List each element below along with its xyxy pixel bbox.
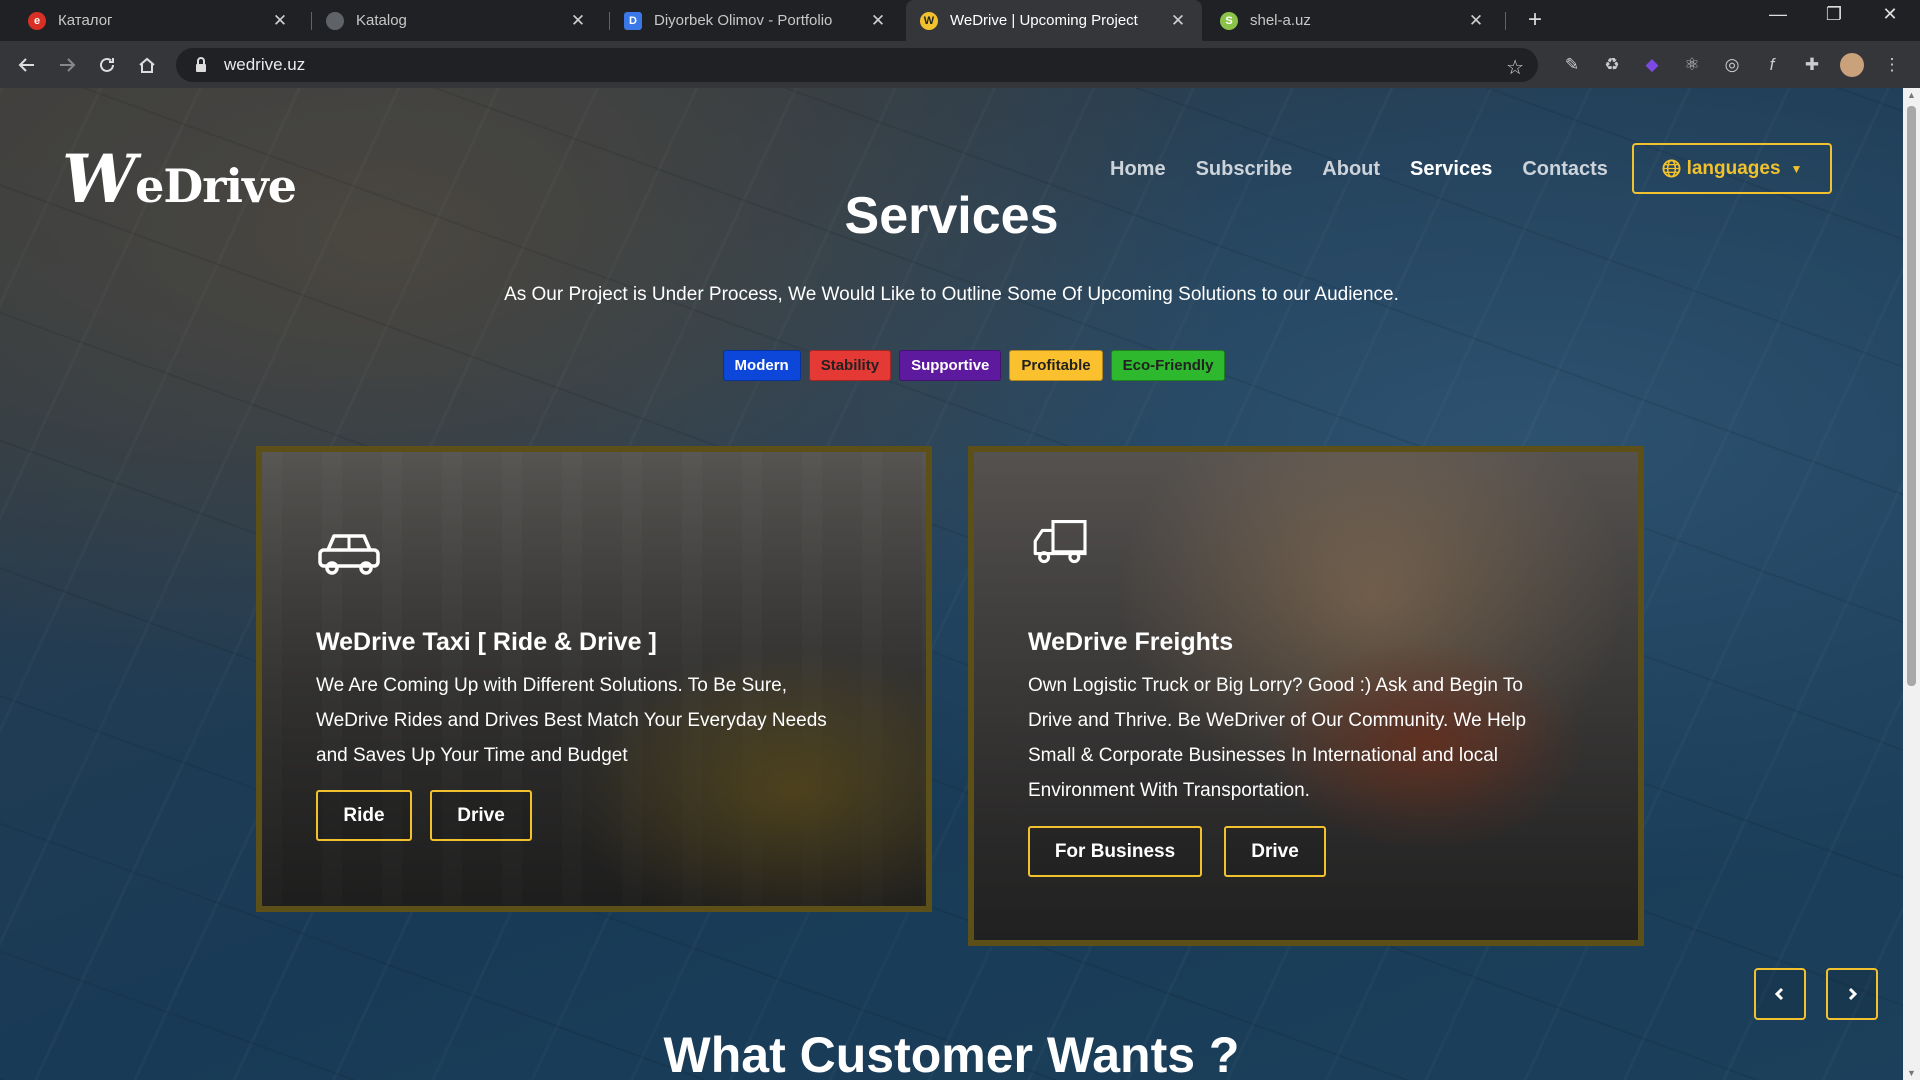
ride-button[interactable]: Ride <box>316 790 412 841</box>
service-card-taxi: WeDrive Taxi [ Ride & Drive ] We Are Com… <box>256 446 932 912</box>
card-description: We Are Coming Up with Different Solution… <box>316 675 827 766</box>
caret-down-icon: ▼ <box>1790 161 1803 176</box>
address-bar[interactable]: wedrive.uz ☆ <box>176 48 1538 82</box>
arrow-right-icon <box>60 58 76 72</box>
badge-stability: Stability <box>808 350 892 381</box>
scroll-down-icon[interactable]: ▼ <box>1907 1068 1916 1078</box>
badge-supportive: Supportive <box>899 350 1002 381</box>
close-window-button[interactable]: ✕ <box>1870 4 1910 25</box>
nav-services[interactable]: Services <box>1410 158 1492 181</box>
reload-icon <box>100 57 114 72</box>
tab-title: Каталог <box>58 12 113 29</box>
tab-title: Diyorbek Olimov - Portfolio <box>654 12 833 29</box>
carousel-prev-button[interactable] <box>1754 968 1806 1020</box>
recycle-extension-icon[interactable]: ♻ <box>1600 53 1624 77</box>
for-business-button[interactable]: For Business <box>1028 826 1202 877</box>
tab-close-icon[interactable]: ✕ <box>568 11 588 31</box>
badge-eco-friendly: Eco-Friendly <box>1110 350 1226 381</box>
nav-subscribe[interactable]: Subscribe <box>1196 158 1293 181</box>
tab-wedrive[interactable]: W WeDrive | Upcoming Project ✕ <box>906 0 1202 41</box>
tab-title: Katalog <box>356 12 407 29</box>
service-card-freights: WeDrive Freights Own Logistic Truck or B… <box>968 446 1644 946</box>
profile-avatar[interactable] <box>1840 53 1864 77</box>
home-button[interactable] <box>132 50 162 80</box>
badge-profitable: Profitable <box>1009 350 1103 381</box>
main-nav: Home Subscribe About Services Contacts <box>1110 158 1608 181</box>
page-scrollbar[interactable]: ▲ ▼ <box>1903 88 1920 1080</box>
section-title-customer-wants: What Customer Wants ? <box>663 1027 1240 1080</box>
target-extension-icon[interactable]: ◎ <box>1720 53 1744 77</box>
drive-button[interactable]: Drive <box>1224 826 1326 877</box>
lock-icon <box>196 57 206 72</box>
globe-icon <box>1662 159 1681 178</box>
tab-katalog-ru[interactable]: e Каталог ✕ <box>14 0 304 41</box>
globe-icon <box>326 11 344 30</box>
page-viewport: WeDrive Home Subscribe About Services Co… <box>0 88 1903 1080</box>
bookmark-star-icon[interactable]: ☆ <box>1506 55 1524 80</box>
home-icon <box>139 57 155 73</box>
url-text: wedrive.uz <box>224 55 306 74</box>
tab-close-icon[interactable]: ✕ <box>1168 11 1188 31</box>
back-button[interactable] <box>12 50 42 80</box>
page-title: Services <box>844 187 1059 245</box>
tab-close-icon[interactable]: ✕ <box>868 11 888 31</box>
menu-kebab-icon[interactable]: ⋮ <box>1880 53 1904 77</box>
formula-extension-icon[interactable]: f <box>1760 53 1784 77</box>
card-title: WeDrive Freights <box>1028 628 1234 656</box>
drive-button[interactable]: Drive <box>430 790 532 841</box>
card-title: WeDrive Taxi [ Ride & Drive ] <box>316 628 657 656</box>
arrow-left-icon <box>18 58 34 72</box>
carousel-next-button[interactable] <box>1826 968 1878 1020</box>
truck-icon <box>1033 520 1087 564</box>
pen-extension-icon[interactable]: ✎ <box>1560 53 1584 77</box>
tab-katalog[interactable]: Katalog ✕ <box>312 0 602 41</box>
reload-button[interactable] <box>92 50 122 80</box>
page-subtitle: As Our Project is Under Process, We Woul… <box>504 284 1399 305</box>
tab-close-icon[interactable]: ✕ <box>1466 11 1486 31</box>
new-tab-button[interactable]: + <box>1520 6 1550 34</box>
languages-label: languages <box>1686 157 1781 179</box>
tab-shela[interactable]: S shel-a.uz ✕ <box>1206 0 1500 41</box>
feature-badges: Modern Stability Supportive Profitable E… <box>0 350 1903 381</box>
chevron-left-icon <box>1774 987 1784 1001</box>
forward-button[interactable] <box>52 50 82 80</box>
browser-toolbar: wedrive.uz ☆ ✎ ♻ ◆ ⚛ ◎ f ✚ ⋮ <box>0 41 1920 88</box>
nav-home[interactable]: Home <box>1110 158 1166 181</box>
nav-contacts[interactable]: Contacts <box>1522 158 1608 181</box>
nav-about[interactable]: About <box>1322 158 1380 181</box>
restore-button[interactable]: ❐ <box>1814 4 1854 25</box>
card-description: Own Logistic Truck or Big Lorry? Good :)… <box>1028 675 1527 801</box>
minimize-button[interactable]: — <box>1758 4 1798 25</box>
tab-close-icon[interactable]: ✕ <box>270 11 290 31</box>
puzzle-extensions-icon[interactable]: ✚ <box>1800 53 1824 77</box>
react-extension-icon[interactable]: ⚛ <box>1680 53 1704 77</box>
extension-badge-icon[interactable]: ◆ <box>1640 53 1664 77</box>
chevron-right-icon <box>1848 987 1858 1001</box>
badge-modern: Modern <box>722 350 801 381</box>
tab-title: shel-a.uz <box>1250 12 1311 29</box>
tab-portfolio[interactable]: D Diyorbek Olimov - Portfolio ✕ <box>610 0 902 41</box>
car-icon <box>318 534 380 575</box>
tab-favicon-icon: D <box>624 11 642 30</box>
tab-title: WeDrive | Upcoming Project <box>950 12 1138 29</box>
tab-favicon-icon: S <box>1220 11 1238 30</box>
scrollbar-thumb[interactable] <box>1907 106 1916 686</box>
tab-favicon-icon: e <box>28 11 46 30</box>
tab-strip: e Каталог ✕ Katalog ✕ D Diyorbek Olimov … <box>0 0 1920 41</box>
scroll-up-icon[interactable]: ▲ <box>1907 90 1916 100</box>
tab-favicon-icon: W <box>920 11 938 30</box>
